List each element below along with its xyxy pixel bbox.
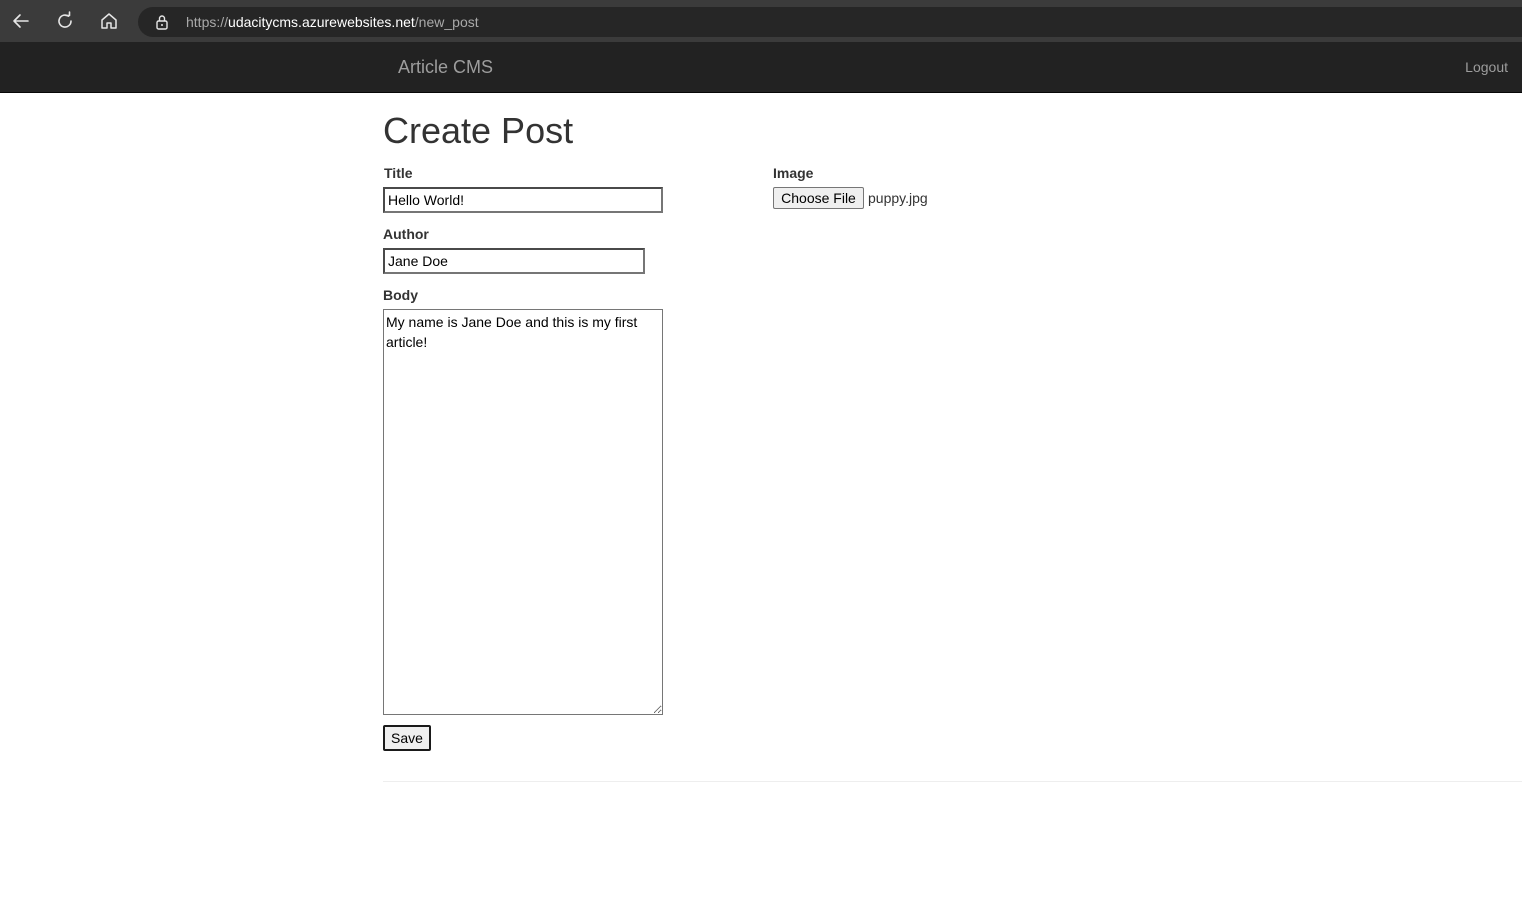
url-scheme: https:// xyxy=(186,14,229,30)
brand-link[interactable]: Article CMS xyxy=(398,56,493,78)
back-arrow-icon xyxy=(13,14,29,28)
page-title: Create Post xyxy=(383,110,574,151)
choose-file-button[interactable]: Choose File xyxy=(773,187,864,209)
url-text: https://udacitycms.azurewebsites.net/new… xyxy=(186,14,479,30)
author-input[interactable] xyxy=(383,248,645,274)
browser-toolbar: https://udacitycms.azurewebsites.net/new… xyxy=(0,0,1522,42)
home-icon xyxy=(101,13,117,29)
image-label: Image xyxy=(773,165,814,181)
title-label: Title xyxy=(384,165,413,181)
selected-file-name: puppy.jpg xyxy=(868,190,928,206)
url-host: udacitycms.azurewebsites.net xyxy=(228,14,415,30)
home-button[interactable] xyxy=(96,8,122,34)
back-button[interactable] xyxy=(8,8,34,34)
title-input[interactable] xyxy=(383,187,663,213)
body-label: Body xyxy=(383,287,418,303)
reload-button[interactable] xyxy=(52,8,78,34)
lock-icon xyxy=(156,15,168,30)
url-path: /new_post xyxy=(414,14,479,30)
footer-divider xyxy=(383,781,1522,782)
app-navbar: Article CMS Logout xyxy=(0,42,1522,93)
logout-link[interactable]: Logout xyxy=(1465,58,1508,76)
reload-icon xyxy=(58,11,72,28)
body-textarea[interactable]: My name is Jane Doe and this is my first… xyxy=(383,309,663,715)
author-label: Author xyxy=(383,226,429,242)
address-bar[interactable]: https://udacitycms.azurewebsites.net/new… xyxy=(138,7,1522,37)
save-button[interactable]: Save xyxy=(383,725,431,751)
